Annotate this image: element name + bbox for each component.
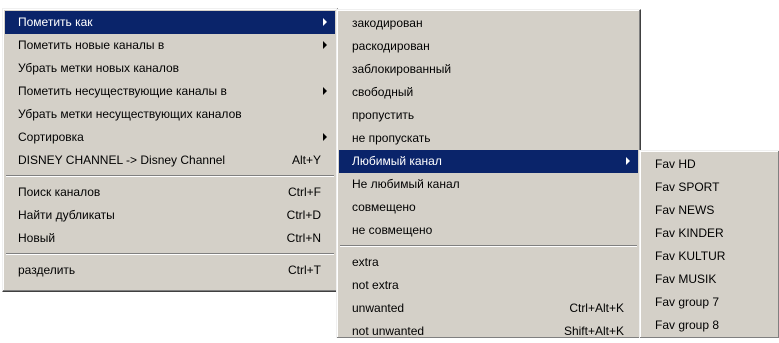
menu-item-favorite-channel[interactable]: Любимый канал (339, 150, 638, 173)
menu-item-label: Не любимый канал (352, 177, 460, 191)
menu-item-fav-group-8[interactable]: Fav group 8 (642, 314, 777, 337)
menu-separator (5, 250, 335, 259)
menu-item-not-extra[interactable]: not extra (339, 274, 638, 297)
favorite-group-submenu: Fav HD Fav SPORT Fav NEWS Fav KINDER Fav… (639, 150, 779, 338)
menu-item-label: Fav KINDER (655, 226, 724, 240)
menu-item-label: DISNEY CHANNEL -> Disney Channel (18, 153, 226, 167)
menu-item-remove-new-channel-marks[interactable]: Убрать метки новых каналов (5, 57, 335, 80)
menu-item-find-duplicates[interactable]: Найти дубликаты Ctrl+D (5, 204, 335, 227)
menu-item-blocked[interactable]: заблокированный (339, 58, 638, 81)
submenu-arrow-icon (323, 41, 327, 49)
menu-item-mark-nonexistent-channels-in[interactable]: Пометить несуществующие каналы в (5, 80, 335, 103)
menu-item-label: Пометить несуществующие каналы в (18, 84, 227, 98)
menu-item-label: Найти дубликаты (18, 208, 115, 222)
menu-item-label: not unwanted (352, 324, 425, 338)
menu-item-rename-disney[interactable]: DISNEY CHANNEL -> Disney Channel Alt+Y (5, 149, 335, 172)
menu-item-not-combined[interactable]: не совмещено (339, 219, 638, 242)
menu-item-decoded[interactable]: раскодирован (339, 35, 638, 58)
menu-item-label: пропустить (352, 108, 415, 122)
menu-item-shortcut: Shift+Alt+K (563, 324, 624, 338)
menu-item-skip[interactable]: пропустить (339, 104, 638, 127)
menu-item-channel-search[interactable]: Поиск каналов Ctrl+F (5, 181, 335, 204)
menu-item-label: свободный (352, 85, 414, 99)
menu-item-fav-news[interactable]: Fav NEWS (642, 199, 777, 222)
menu-item-encoded[interactable]: закодирован (339, 12, 638, 35)
menu-item-label: разделить (18, 263, 76, 277)
menu-item-label: раскодирован (352, 39, 430, 53)
menu-item-shortcut: Ctrl+D (286, 208, 321, 222)
menu-item-free[interactable]: свободный (339, 81, 638, 104)
menu-item-mark-as[interactable]: Пометить как (5, 11, 335, 34)
menu-item-label: Fav group 8 (655, 318, 720, 332)
menu-item-sort[interactable]: Сортировка (5, 126, 335, 149)
menu-item-fav-kinder[interactable]: Fav KINDER (642, 222, 777, 245)
menu-item-label: unwanted (352, 301, 405, 315)
menu-item-label: Поиск каналов (18, 185, 101, 199)
menu-item-shortcut: Alt+Y (291, 153, 321, 167)
menu-item-fav-group-7[interactable]: Fav group 7 (642, 291, 777, 314)
menu-item-shortcut: Ctrl+F (288, 185, 321, 199)
menu-item-label: Убрать метки новых каналов (18, 61, 180, 75)
menu-item-fav-hd[interactable]: Fav HD (642, 153, 777, 176)
menu-item-label: заблокированный (352, 62, 452, 76)
menu-item-label: Сортировка (18, 130, 84, 144)
menu-item-label: Fav HD (655, 157, 696, 171)
menu-item-dont-skip[interactable]: не пропускать (339, 127, 638, 150)
menu-item-shortcut: Ctrl+Alt+K (569, 301, 624, 315)
menu-item-fav-musik[interactable]: Fav MUSIK (642, 268, 777, 291)
menu-item-new[interactable]: Новый Ctrl+N (5, 227, 335, 250)
menu-item-label: Новый (18, 231, 56, 245)
menu-item-label: Пометить как (18, 15, 93, 29)
menu-item-unwanted[interactable]: unwanted Ctrl+Alt+K (339, 297, 638, 320)
menu-item-label: не совмещено (352, 223, 433, 237)
menu-item-label: Fav MUSIK (655, 272, 717, 286)
menu-item-label: extra (352, 255, 379, 269)
menu-item-combined[interactable]: совмещено (339, 196, 638, 219)
menu-item-label: Пометить новые каналы в (18, 38, 165, 52)
menu-item-label: Fav SPORT (655, 180, 720, 194)
menu-item-label: закодирован (352, 16, 423, 30)
context-menu: Пометить как Пометить новые каналы в Убр… (2, 8, 338, 292)
menu-item-shortcut: Ctrl+T (288, 263, 321, 277)
menu-separator (339, 242, 638, 251)
menu-item-extra[interactable]: extra (339, 251, 638, 274)
menu-item-not-unwanted[interactable]: not unwanted Shift+Alt+K (339, 320, 638, 343)
menu-item-remove-nonexistent-channel-marks[interactable]: Убрать метки несуществующих каналов (5, 103, 335, 126)
submenu-arrow-icon (323, 18, 327, 26)
menu-item-mark-new-channels-in[interactable]: Пометить новые каналы в (5, 34, 335, 57)
menu-item-label: Fav KULTUR (655, 249, 726, 263)
menu-item-fav-kultur[interactable]: Fav KULTUR (642, 245, 777, 268)
menu-item-label: совмещено (352, 200, 416, 214)
submenu-arrow-icon (626, 157, 630, 165)
mark-as-submenu: закодирован раскодирован заблокированный… (336, 9, 641, 338)
menu-item-shortcut: Ctrl+N (286, 231, 321, 245)
menu-item-fav-sport[interactable]: Fav SPORT (642, 176, 777, 199)
submenu-arrow-icon (323, 133, 327, 141)
submenu-arrow-icon (323, 87, 327, 95)
menu-separator (5, 172, 335, 181)
menu-item-label: Fav group 7 (655, 295, 720, 309)
menu-item-label: not extra (352, 278, 399, 292)
menu-item-not-favorite-channel[interactable]: Не любимый канал (339, 173, 638, 196)
menu-item-label: Убрать метки несуществующих каналов (18, 107, 242, 121)
menu-item-label: не пропускать (352, 131, 431, 145)
menu-item-label: Любимый канал (352, 154, 442, 168)
menu-item-split[interactable]: разделить Ctrl+T (5, 259, 335, 282)
menu-item-label: Fav NEWS (655, 203, 715, 217)
